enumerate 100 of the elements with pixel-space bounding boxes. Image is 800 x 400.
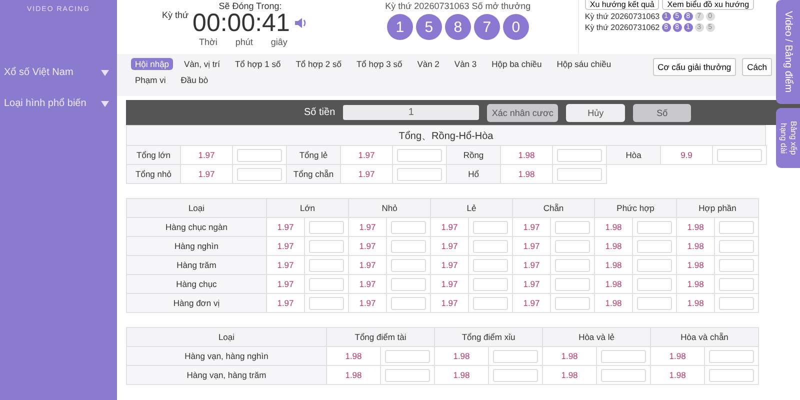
- bet-input-field[interactable]: [391, 278, 426, 290]
- speaker-icon[interactable]: [294, 16, 308, 30]
- odds-cell: 1.98: [676, 274, 715, 294]
- odds-cell: 1.97: [180, 146, 232, 164]
- row-label-cell: Hàng vạn, hàng trăm: [126, 366, 326, 384]
- bet-type-tab[interactable]: Tổ hợp 2 số: [292, 58, 346, 70]
- odds-cell: 1.98: [650, 366, 705, 384]
- bet-input-field[interactable]: [719, 258, 754, 272]
- odds-cell: 1.98: [594, 236, 633, 256]
- bet-label-cell: Tổng lẻ: [286, 146, 340, 164]
- bet-input-field[interactable]: [637, 296, 672, 310]
- bet-input-field[interactable]: [601, 350, 646, 362]
- bet-input-field[interactable]: [557, 148, 602, 162]
- bet-input-field[interactable]: [385, 368, 430, 382]
- bet-input-field[interactable]: [391, 296, 426, 310]
- row-label-cell: Hàng chục ngàn: [126, 218, 266, 236]
- trend-button[interactable]: Xem biểu đồ xu hướng: [662, 0, 754, 10]
- side-tab[interactable]: Video / Bảng điểm: [776, 0, 800, 104]
- odds-cell: 1.97: [512, 256, 550, 274]
- bet-label-cell: Rồng: [446, 146, 500, 164]
- odds-cell: 1.97: [348, 274, 386, 294]
- column-header: Hòa và chẵn: [650, 328, 759, 346]
- timer-unit: giây: [270, 37, 288, 47]
- bet-input-field[interactable]: [391, 258, 426, 272]
- bet-type-tab[interactable]: Đầu bò: [176, 74, 212, 86]
- odds-cell: 1.97: [430, 274, 468, 294]
- bet-type-tab[interactable]: Vàn, vị trí: [180, 58, 224, 70]
- bet-input-field[interactable]: [557, 168, 602, 180]
- bet-input-field[interactable]: [555, 220, 590, 234]
- row-label-cell: Hàng trăm: [126, 256, 266, 274]
- bet-input-field[interactable]: [237, 168, 282, 180]
- odds-cell: 1.98: [500, 146, 552, 164]
- bet-input-field[interactable]: [309, 220, 344, 234]
- bet-input-field[interactable]: [391, 240, 426, 252]
- odds-cell: 1.98: [594, 274, 633, 294]
- bet-input-field[interactable]: [555, 240, 590, 252]
- bet-type-tab[interactable]: Vàn 3: [450, 58, 481, 70]
- odds-cell: 1.97: [512, 236, 550, 256]
- bet-input-field[interactable]: [601, 368, 646, 382]
- bet-input-field[interactable]: [717, 148, 762, 162]
- odds-cell: 1.98: [594, 218, 633, 236]
- bet-type-tab[interactable]: Tổ hợp 3 số: [352, 58, 406, 70]
- bet-input-field[interactable]: [309, 258, 344, 272]
- bet-input-field[interactable]: [493, 350, 538, 362]
- info-button[interactable]: Cách: [742, 58, 772, 76]
- bet-input-field[interactable]: [473, 296, 508, 310]
- bet-input-field[interactable]: [473, 278, 508, 290]
- bet-input-field[interactable]: [493, 368, 538, 382]
- bet-input-field[interactable]: [397, 148, 442, 162]
- result-ball: 0: [502, 14, 529, 40]
- bet-input-field[interactable]: [719, 240, 754, 252]
- bet-input-field[interactable]: [637, 258, 672, 272]
- bet-type-tab[interactable]: Tổ hợp 1 số: [230, 58, 285, 70]
- bet-label-cell: Tổng lớn: [126, 146, 180, 164]
- bet-type-tab[interactable]: Phạm vi: [131, 74, 170, 86]
- bet-input-field[interactable]: [709, 350, 754, 362]
- column-header: Tổng điểm tài: [326, 328, 434, 346]
- side-tab[interactable]: Bảng xếp hạng dài: [776, 108, 800, 168]
- bet-action-button[interactable]: Hủy: [566, 104, 626, 122]
- bet-input-field[interactable]: [309, 240, 344, 252]
- bet-input-field[interactable]: [637, 240, 672, 252]
- bet-input-field[interactable]: [385, 350, 430, 362]
- bet-input-field[interactable]: [473, 258, 508, 272]
- amount-field[interactable]: 1: [343, 105, 480, 120]
- countdown-timer: 00:00:41: [192, 11, 290, 35]
- bet-type-tab[interactable]: Hộp sáu chiều: [552, 58, 616, 70]
- column-header: Lớn: [266, 198, 348, 218]
- odds-cell: 1.98: [594, 294, 633, 312]
- bet-input-field[interactable]: [397, 168, 442, 180]
- trend-button[interactable]: Xu hướng kết quả: [584, 0, 660, 10]
- bet-action-button[interactable]: Xác nhân cươc: [487, 104, 558, 122]
- odds-cell: 1.97: [348, 218, 386, 236]
- bet-input-field[interactable]: [391, 220, 426, 234]
- odds-cell: 1.97: [266, 274, 304, 294]
- bet-input-field[interactable]: [719, 296, 754, 310]
- bet-action-button[interactable]: Số: [633, 104, 692, 122]
- bet-input-field[interactable]: [237, 148, 282, 162]
- bet-input-field[interactable]: [555, 258, 590, 272]
- bet-type-tab[interactable]: Hội nhập: [131, 58, 174, 70]
- info-button[interactable]: Cơ cấu giải thưởng: [652, 58, 736, 76]
- bet-input-field[interactable]: [719, 278, 754, 290]
- bet-label-cell: Hổ: [446, 164, 500, 184]
- bet-input-field[interactable]: [555, 296, 590, 310]
- bet-type-tab[interactable]: Vàn 2: [413, 58, 444, 70]
- bet-type-tab[interactable]: Hộp ba chiều: [488, 58, 546, 70]
- bet-input-field[interactable]: [555, 278, 590, 290]
- odds-cell: 1.97: [348, 256, 386, 274]
- bet-input-field[interactable]: [719, 220, 754, 234]
- odds-cell: 1.97: [430, 218, 468, 236]
- row-label-cell: Hàng chục: [126, 274, 266, 294]
- bet-input-field[interactable]: [309, 296, 344, 310]
- odds-cell: 1.98: [594, 256, 633, 274]
- odds-cell: 1.98: [542, 346, 597, 366]
- bet-input-field[interactable]: [637, 220, 672, 234]
- row-label-cell: Hàng vạn, hàng nghìn: [126, 346, 326, 366]
- bet-input-field[interactable]: [473, 220, 508, 234]
- bet-input-field[interactable]: [709, 368, 754, 382]
- bet-input-field[interactable]: [309, 278, 344, 290]
- bet-input-field[interactable]: [473, 240, 508, 252]
- bet-input-field[interactable]: [637, 278, 672, 290]
